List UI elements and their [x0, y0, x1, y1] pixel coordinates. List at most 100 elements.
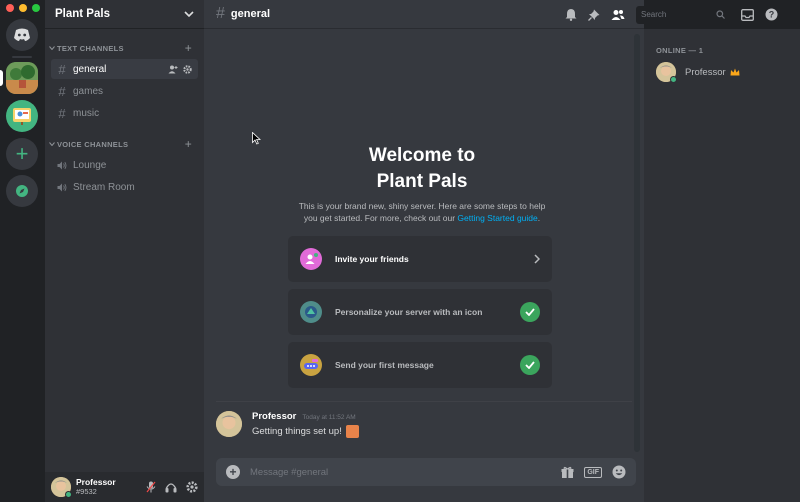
server-name: Plant Pals	[55, 8, 110, 20]
channel-label: games	[73, 85, 104, 97]
hash-icon: #	[58, 83, 66, 99]
speaker-icon	[57, 183, 67, 191]
user-info[interactable]: Professor #9532	[76, 477, 116, 497]
message-divider	[216, 401, 632, 402]
avatar[interactable]	[216, 411, 242, 437]
checkmark-icon	[520, 302, 540, 322]
rail-separator	[12, 56, 32, 58]
minimize-window-button[interactable]	[19, 4, 27, 12]
chat-scrollbar[interactable]	[634, 34, 640, 452]
card-label: Personalize your server with an icon	[335, 307, 483, 317]
headphones-icon[interactable]	[165, 482, 177, 493]
send-first-message-card[interactable]: Send your first message	[288, 342, 552, 388]
invite-icon	[300, 248, 322, 270]
message-input[interactable]	[250, 466, 562, 478]
welcome-title-line1: Welcome to	[368, 145, 476, 166]
channel-name: general	[230, 8, 271, 20]
inbox-icon[interactable]	[741, 8, 754, 21]
window-controls	[6, 4, 40, 12]
message-illustration	[300, 354, 322, 376]
chat-message[interactable]: Professor Today at 11:52 AM Getting thin…	[216, 411, 359, 438]
member-list-icon[interactable]	[611, 9, 625, 21]
add-server-button[interactable]: +	[6, 138, 38, 170]
message-timestamp: Today at 11:52 AM	[302, 414, 356, 421]
mute-microphone-icon[interactable]	[146, 481, 156, 493]
channel-games[interactable]: # games	[51, 81, 198, 101]
online-status-icon	[670, 76, 677, 83]
emoji-picker-icon[interactable]	[612, 465, 626, 479]
hash-icon: #	[216, 5, 225, 22]
invite-friends-card[interactable]: Invite your friends	[288, 236, 552, 282]
svg-text:?: ?	[769, 10, 775, 20]
hash-icon: #	[58, 105, 66, 121]
gear-icon[interactable]	[183, 64, 192, 74]
search-input[interactable]: Search	[636, 5, 730, 24]
explore-servers-button[interactable]	[6, 175, 38, 207]
plant-pals-server-icon	[6, 62, 38, 94]
server-plant-pals[interactable]	[6, 62, 38, 94]
category-label: TEXT CHANNELS	[57, 43, 124, 53]
selected-server-pill	[0, 70, 3, 86]
compass-icon	[16, 185, 28, 197]
online-status-icon	[65, 491, 72, 498]
channel-label: general	[73, 63, 107, 75]
voice-channel-lounge[interactable]: Lounge	[51, 155, 198, 175]
member-item[interactable]: Professor	[656, 62, 800, 83]
getting-started-link[interactable]: Getting Started guide	[457, 213, 537, 223]
bell-icon[interactable]	[565, 8, 577, 21]
message-author[interactable]: Professor	[252, 411, 296, 422]
gift-icon[interactable]	[561, 466, 574, 479]
upload-plus-icon[interactable]: +	[226, 465, 240, 479]
create-text-channel-button[interactable]: +	[185, 41, 192, 55]
close-window-button[interactable]	[6, 4, 14, 12]
member-list: ONLINE — 1 Professor	[644, 29, 800, 502]
channel-label: Stream Room	[73, 181, 135, 193]
username: Professor	[76, 477, 116, 487]
welcome-section: Welcome to Plant Pals This is your brand…	[204, 143, 640, 224]
help-icon[interactable]: ?	[765, 8, 778, 21]
search-icon	[716, 10, 725, 19]
emoji-icon	[345, 425, 359, 438]
server-second[interactable]	[6, 100, 38, 132]
welcome-desc-line2: you get started. For more, check out our	[303, 213, 458, 223]
text-channels-category[interactable]: TEXT CHANNELS +	[45, 41, 204, 55]
personalize-server-card[interactable]: Personalize your server with an icon	[288, 289, 552, 335]
voice-channel-stream-room[interactable]: Stream Room	[51, 177, 198, 197]
category-label: VOICE CHANNELS	[57, 139, 129, 149]
home-button[interactable]	[6, 19, 38, 51]
user-settings-gear-icon[interactable]	[186, 481, 198, 493]
search-placeholder: Search	[641, 10, 667, 19]
card-label: Invite your friends	[335, 254, 409, 264]
gif-button[interactable]: GIF	[584, 466, 602, 478]
speaker-icon	[57, 161, 67, 169]
user-panel: Professor #9532	[45, 472, 204, 502]
welcome-description: This is your brand new, shiny server. He…	[204, 200, 640, 224]
channel-general[interactable]: # general	[51, 59, 198, 79]
chevron-down-icon	[49, 46, 55, 50]
avatar[interactable]	[51, 477, 72, 498]
hash-icon: #	[58, 61, 66, 77]
chevron-right-icon	[534, 254, 540, 264]
second-server-icon	[13, 108, 31, 125]
user-avatar-image	[216, 411, 242, 437]
message-text: Getting things set up!	[252, 426, 342, 437]
server-icon-illustration	[300, 301, 322, 323]
maximize-window-button[interactable]	[32, 4, 40, 12]
voice-channels-category[interactable]: VOICE CHANNELS +	[45, 137, 204, 151]
welcome-desc-suffix: .	[537, 213, 541, 223]
mouse-cursor-icon	[252, 132, 261, 145]
invite-user-icon[interactable]	[168, 65, 178, 74]
chevron-down-icon	[184, 11, 194, 17]
channel-label: music	[73, 107, 100, 119]
channel-sidebar: Plant Pals TEXT CHANNELS + # general # g…	[45, 0, 204, 502]
chevron-down-icon	[49, 142, 55, 146]
header-toolbar: Search ?	[565, 0, 778, 29]
channel-music[interactable]: # music	[51, 103, 198, 123]
checkmark-icon	[520, 355, 540, 375]
chat-area: # general Welcome to Plant Pals This is …	[204, 0, 644, 502]
server-header[interactable]: Plant Pals	[45, 0, 204, 29]
pin-icon[interactable]	[588, 9, 600, 21]
create-voice-channel-button[interactable]: +	[185, 137, 192, 151]
member-name: Professor	[685, 66, 726, 78]
welcome-title-line2: Plant Pals	[376, 171, 468, 192]
